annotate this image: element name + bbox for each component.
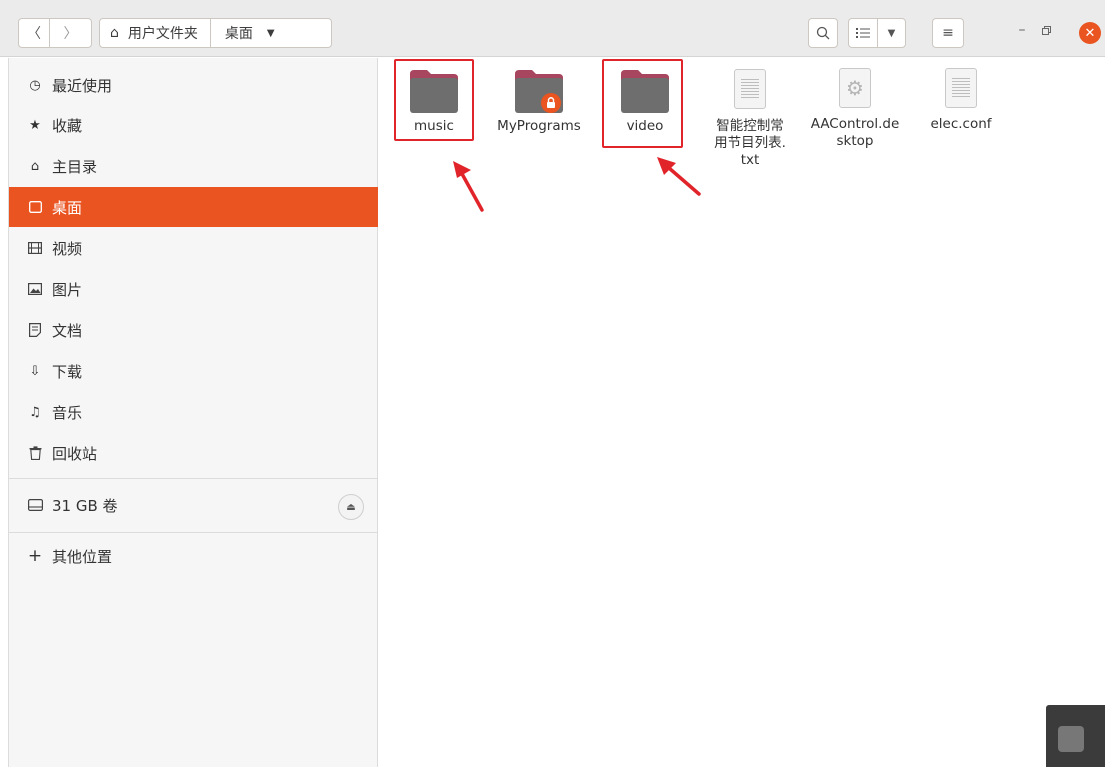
- file-item-myprograms[interactable]: MyPrograms: [493, 68, 585, 135]
- trash-icon: [27, 445, 43, 461]
- chevron-down-icon: ▼: [887, 27, 896, 39]
- sidebar-item-other-locations[interactable]: + 其他位置: [9, 536, 378, 576]
- sidebar-item-trash[interactable]: 回收站: [9, 433, 378, 473]
- forward-button[interactable]: 〉: [49, 18, 92, 48]
- download-icon: ⇩: [29, 363, 41, 379]
- file-view: music MyPrograms video 智能控制常用节目列表.txt ⚙ …: [379, 58, 1105, 767]
- back-button[interactable]: 〈: [18, 18, 50, 48]
- sidebar-item-downloads[interactable]: ⇩ 下载: [9, 351, 378, 391]
- close-button[interactable]: ✕: [1079, 22, 1101, 44]
- restore-icon: [1042, 26, 1051, 35]
- sidebar-item-desktop[interactable]: 桌面: [9, 187, 378, 227]
- menu-button[interactable]: ≡: [932, 18, 964, 48]
- sidebar-item-volume[interactable]: 31 GB 卷 ⏏: [9, 485, 378, 525]
- sidebar-item-recent[interactable]: ◷ 最近使用: [9, 65, 378, 105]
- sidebar-item-starred[interactable]: ★ 收藏: [9, 105, 378, 145]
- file-item-elec-conf[interactable]: elec.conf: [915, 68, 1007, 133]
- close-icon: ✕: [1084, 25, 1096, 41]
- header-bar: 〈 〉 ⌂ 用户文件夹 桌面 ▼ ▼ ≡ – ✕: [0, 0, 1105, 57]
- sidebar-item-music[interactable]: ♫ 音乐: [9, 392, 378, 432]
- sidebar-separator: [9, 478, 378, 479]
- video-icon: [27, 240, 43, 256]
- file-item-aacontrol-desktop[interactable]: ⚙ AAControl.desktop: [809, 68, 901, 150]
- sidebar-item-label: 下载: [52, 362, 83, 381]
- sidebar-item-videos[interactable]: 视频: [9, 228, 378, 268]
- search-icon: [816, 26, 830, 40]
- music-icon: ♫: [29, 404, 41, 420]
- path-home-label: 用户文件夹: [127, 26, 198, 42]
- gear-icon: ⚙: [839, 68, 871, 108]
- home-icon: ⌂: [110, 25, 119, 41]
- sidebar-item-label: 图片: [52, 280, 83, 299]
- sidebar-item-label: 文档: [52, 321, 83, 340]
- sidebar-item-label: 其他位置: [52, 547, 113, 566]
- file-label: 智能控制常用节目列表.txt: [714, 118, 786, 168]
- path-current-button[interactable]: 桌面 ▼: [211, 19, 285, 47]
- sidebar-item-label: 收藏: [52, 116, 83, 135]
- sidebar-item-label: 31 GB 卷: [52, 496, 118, 515]
- text-file-icon: [945, 68, 977, 108]
- highlight-box-video: [602, 59, 683, 148]
- sidebar-item-pictures[interactable]: 图片: [9, 269, 378, 309]
- home-icon: ⌂: [30, 158, 40, 174]
- sidebar-item-label: 最近使用: [52, 76, 113, 95]
- arrow-annotation: [453, 161, 484, 212]
- drive-icon: [27, 497, 43, 513]
- list-view-button[interactable]: [848, 18, 878, 48]
- file-label: AAControl.desktop: [810, 116, 900, 149]
- app-icon: [1058, 726, 1084, 752]
- chevron-left-icon: 〈: [27, 26, 41, 42]
- file-label: MyPrograms: [497, 118, 581, 134]
- sidebar-item-label: 桌面: [52, 198, 83, 217]
- eject-button[interactable]: ⏏: [338, 494, 364, 520]
- minimize-button[interactable]: –: [1014, 22, 1030, 42]
- sidebar-item-label: 主目录: [52, 157, 98, 176]
- sidebar-separator: [9, 532, 378, 533]
- text-file-icon: [734, 69, 766, 109]
- document-icon: [27, 322, 43, 338]
- file-label: elec.conf: [930, 116, 992, 132]
- file-item-program-list-txt[interactable]: 智能控制常用节目列表.txt: [704, 68, 796, 169]
- plus-icon: +: [27, 546, 43, 566]
- picture-icon: [27, 281, 43, 297]
- chevron-down-icon: ▼: [266, 27, 275, 39]
- eject-icon: ⏏: [346, 501, 356, 513]
- highlight-box-music: [394, 59, 474, 141]
- sidebar-item-label: 回收站: [52, 444, 98, 463]
- hamburger-icon: ≡: [942, 25, 954, 41]
- sidebar-item-label: 视频: [52, 239, 83, 258]
- sidebar-item-documents[interactable]: 文档: [9, 310, 378, 350]
- locked-folder-icon: [515, 70, 563, 113]
- path-bar: ⌂ 用户文件夹 桌面 ▼: [99, 18, 332, 48]
- list-view-icon: [856, 28, 870, 38]
- dock-app-icon[interactable]: [1046, 705, 1105, 767]
- view-options-button[interactable]: ▼: [877, 18, 906, 48]
- desktop-icon: [27, 199, 43, 215]
- sidebar-item-label: 音乐: [52, 403, 83, 422]
- sidebar: ◷ 最近使用 ★ 收藏 ⌂ 主目录 桌面 视频 图片 文档 ⇩ 下载 ♫ 音乐 …: [8, 58, 378, 767]
- sidebar-item-home[interactable]: ⌂ 主目录: [9, 146, 378, 186]
- clock-icon: ◷: [29, 77, 41, 93]
- path-home-button[interactable]: ⌂ 用户文件夹: [100, 19, 211, 47]
- maximize-button[interactable]: [1039, 24, 1053, 38]
- chevron-right-icon: 〉: [63, 26, 78, 42]
- arrow-annotation: [657, 157, 701, 196]
- search-button[interactable]: [808, 18, 838, 48]
- path-current-label: 桌面: [224, 26, 253, 42]
- star-icon: ★: [29, 117, 41, 133]
